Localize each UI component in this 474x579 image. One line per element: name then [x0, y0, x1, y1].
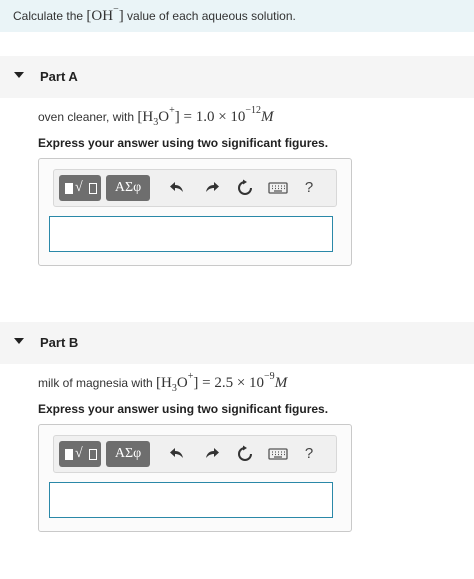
undo-icon[interactable]: [165, 175, 191, 201]
value-text: = 2.5 × 10: [198, 375, 265, 391]
question-header: Calculate the [OH−] value of each aqueou…: [0, 0, 474, 32]
math-toolbar: √ ΑΣφ ?: [53, 169, 337, 207]
hydroxide-label: OH: [91, 8, 114, 24]
redo-icon[interactable]: [198, 441, 224, 467]
charge-plus: +: [187, 371, 194, 382]
part-a-instruction: Express your answer using two significan…: [38, 136, 329, 150]
part-b-header[interactable]: Part B: [0, 322, 474, 364]
help-icon[interactable]: ?: [296, 441, 322, 467]
greek-symbols-button[interactable]: ΑΣφ: [106, 441, 150, 467]
h-symbol: H: [142, 109, 154, 125]
question-prefix: Calculate the: [13, 9, 87, 23]
h-symbol: H: [161, 375, 172, 391]
part-b-concentration: [H3O+] = 2.5 × 10−9: [156, 371, 275, 394]
reset-icon[interactable]: [232, 175, 258, 201]
part-a-prompt: oven cleaner, with [H3O+] = 1.0 × 10−12M: [38, 105, 274, 128]
keyboard-icon[interactable]: [264, 441, 290, 467]
part-b-title: Part B: [40, 335, 79, 350]
reset-icon[interactable]: [232, 441, 258, 467]
part-a-answer-input[interactable]: [49, 216, 333, 252]
exponent: −9: [264, 371, 275, 382]
part-a-prompt-text: oven cleaner, with: [38, 110, 138, 124]
part-a-concentration: [H3O+] = 1.0 × 10−12: [137, 105, 262, 128]
collapse-caret-icon[interactable]: [14, 72, 24, 78]
o-symbol: O: [158, 109, 170, 125]
part-b-prompt: milk of magnesia with [H3O+] = 2.5 × 10−…: [38, 371, 288, 394]
charge-plus: +: [169, 105, 175, 116]
hydroxide-expression: [OH−]: [86, 4, 124, 24]
templates-button[interactable]: √: [59, 175, 101, 201]
part-b-answer-box: √ ΑΣφ ?: [38, 424, 352, 532]
redo-icon[interactable]: [198, 175, 224, 201]
help-icon[interactable]: ?: [296, 175, 322, 201]
exponent: −12: [245, 105, 262, 116]
value-text: = 1.0 × 10: [179, 109, 246, 125]
greek-symbols-button[interactable]: ΑΣφ: [106, 175, 150, 201]
collapse-caret-icon[interactable]: [14, 338, 24, 344]
question-text: Calculate the [OH−] value of each aqueou…: [13, 4, 296, 25]
part-a-header[interactable]: Part A: [0, 56, 474, 98]
o-symbol: O: [176, 375, 188, 391]
templates-button[interactable]: √: [59, 441, 101, 467]
part-b-instruction: Express your answer using two significan…: [38, 402, 329, 416]
math-toolbar: √ ΑΣφ ?: [53, 435, 337, 473]
part-b-prompt-text: milk of magnesia with: [38, 376, 157, 390]
part-b-answer-input[interactable]: [49, 482, 333, 518]
unit-molar: M: [274, 375, 288, 391]
unit-molar: M: [261, 109, 274, 125]
undo-icon[interactable]: [165, 441, 191, 467]
hydroxide-charge: −: [113, 4, 119, 15]
question-suffix: value of each aqueous solution.: [123, 9, 296, 23]
part-a-title: Part A: [40, 69, 78, 84]
keyboard-icon[interactable]: [264, 175, 290, 201]
part-a-answer-box: √ ΑΣφ ?: [38, 158, 352, 266]
